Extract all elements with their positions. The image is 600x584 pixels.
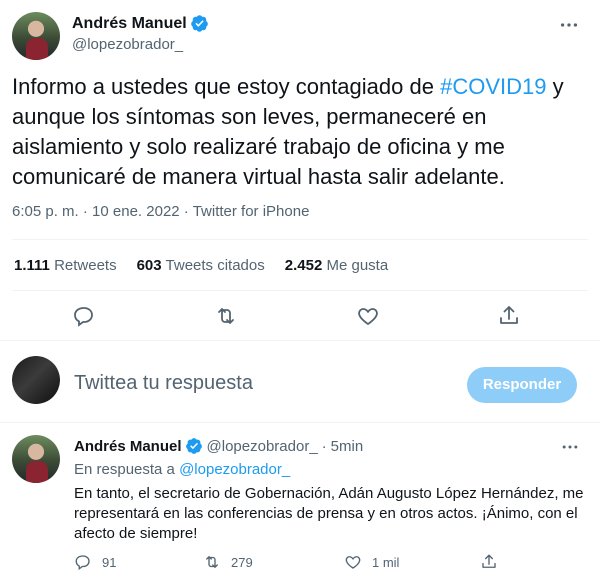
author-avatar[interactable] (12, 12, 60, 60)
verified-badge-icon (185, 438, 202, 454)
tweet-actions (0, 300, 600, 330)
meta-separator: · (78, 203, 93, 220)
meta-separator: · (179, 203, 193, 220)
tweet-text-start: Informo a ustedes que estoy contagiado d… (12, 74, 441, 99)
in-reply-prefix: En respuesta a (74, 461, 180, 478)
retweet-icon[interactable] (214, 304, 238, 328)
retweet-icon (206, 556, 218, 568)
reply-icon[interactable] (72, 304, 96, 328)
quotes-stat[interactable]: 603 Tweets citados (137, 257, 265, 274)
reply-like-action[interactable]: 1 mil (344, 553, 399, 571)
like-icon (345, 556, 361, 569)
reply-count: 91 (102, 554, 117, 570)
user-avatar[interactable] (12, 356, 60, 404)
in-reply-mention[interactable]: @lopezobrador_ (179, 461, 290, 478)
quotes-label: Tweets citados (165, 257, 265, 274)
likes-label: Me gusta (326, 257, 389, 274)
more-icon[interactable] (558, 14, 580, 36)
reply-reply-action[interactable]: 91 (74, 553, 116, 571)
reply-composer: Twittea tu respuesta Responder (0, 350, 600, 420)
retweet-count: 279 (231, 554, 253, 570)
like-icon[interactable] (356, 304, 380, 328)
reply-share-action[interactable] (480, 553, 508, 571)
divider (0, 340, 600, 341)
tweet-stats: 1.111 Retweets 603 Tweets citados 2.452 … (14, 257, 408, 274)
likes-stat[interactable]: 2.452 Me gusta (285, 257, 388, 274)
reply-dot: · (321, 437, 327, 455)
verified-badge-icon (190, 15, 208, 32)
divider (12, 239, 588, 240)
author-name-row: Andrés Manuel (72, 14, 209, 33)
reply-text: En tanto, el secretario de Gobernación, … (74, 485, 584, 542)
reply-author-avatar[interactable] (12, 435, 60, 483)
tweet-time[interactable]: 6:05 p. m. (12, 203, 79, 220)
in-reply-to: En respuesta a @lopezobrador_ (74, 461, 290, 478)
retweets-label: Retweets (54, 257, 117, 274)
reply-author-name[interactable]: Andrés Manuel (74, 438, 182, 455)
reply-author-handle[interactable]: @lopezobrador_ (207, 438, 318, 455)
share-icon[interactable] (497, 304, 521, 328)
tweet-text: Informo a ustedes que estoy contagiado d… (12, 72, 588, 192)
likes-count: 2.452 (284, 257, 323, 274)
quotes-count: 603 (136, 257, 162, 274)
retweets-count: 1.111 (14, 257, 50, 274)
reply-icon (75, 555, 90, 571)
tweet-date[interactable]: 10 ene. 2022 (92, 203, 180, 220)
author-name[interactable]: Andrés Manuel (72, 15, 187, 33)
reply-header: Andrés Manuel @lopezobrador_ · 5min (74, 437, 363, 455)
reply-retweet-action[interactable]: 279 (203, 553, 253, 571)
author-handle[interactable]: @lopezobrador_ (72, 36, 183, 53)
like-count: 1 mil (372, 554, 400, 570)
hashtag-link[interactable]: #COVID19 (440, 74, 546, 99)
reply-input[interactable]: Twittea tu respuesta (74, 372, 253, 395)
reply-actions: 91 279 1 mil (0, 553, 600, 577)
divider (12, 290, 588, 291)
reply-time[interactable]: 5min (331, 438, 364, 455)
tweet-meta: 6:05 p. m. · 10 ene. 2022 · Twitter for … (12, 203, 309, 220)
share-icon (482, 554, 496, 568)
reply-tweet[interactable]: Andrés Manuel @lopezobrador_ · 5min En r… (0, 422, 600, 584)
reply-button[interactable]: Responder (467, 367, 577, 403)
tweet-source[interactable]: Twitter for iPhone (193, 203, 310, 220)
more-icon[interactable] (560, 437, 580, 457)
retweets-stat[interactable]: 1.111 Retweets (14, 257, 117, 274)
